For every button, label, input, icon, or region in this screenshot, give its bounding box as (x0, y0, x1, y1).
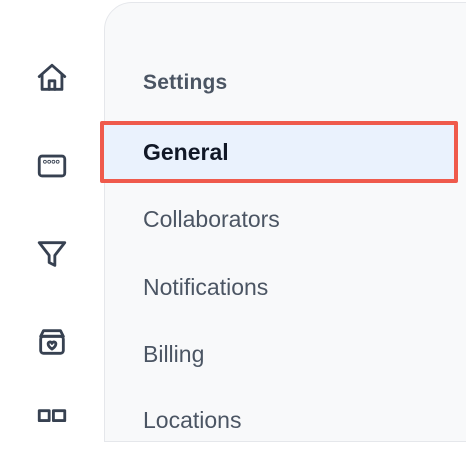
settings-item-notifications[interactable]: Notifications (105, 256, 457, 318)
settings-item-label: Billing (143, 340, 205, 367)
browser-window-icon[interactable] (30, 144, 74, 188)
settings-panel: Settings General Collaborators Notificat… (100, 2, 466, 442)
settings-title: Settings (143, 71, 228, 94)
settings-item-locations[interactable]: Locations (105, 389, 457, 451)
settings-item-billing[interactable]: Billing (105, 323, 457, 385)
home-icon[interactable] (30, 56, 74, 100)
settings-item-label: Collaborators (143, 205, 280, 232)
filter-icon[interactable] (30, 232, 74, 276)
grid-icon[interactable] (30, 400, 74, 444)
settings-item-collaborators[interactable]: Collaborators (105, 188, 457, 250)
box-heart-icon[interactable] (30, 320, 74, 364)
settings-item-general[interactable]: General (100, 121, 458, 183)
settings-item-label: Locations (143, 406, 242, 433)
settings-item-label: Notifications (143, 273, 269, 300)
icon-rail (0, 0, 104, 422)
settings-item-label: General (143, 138, 229, 165)
